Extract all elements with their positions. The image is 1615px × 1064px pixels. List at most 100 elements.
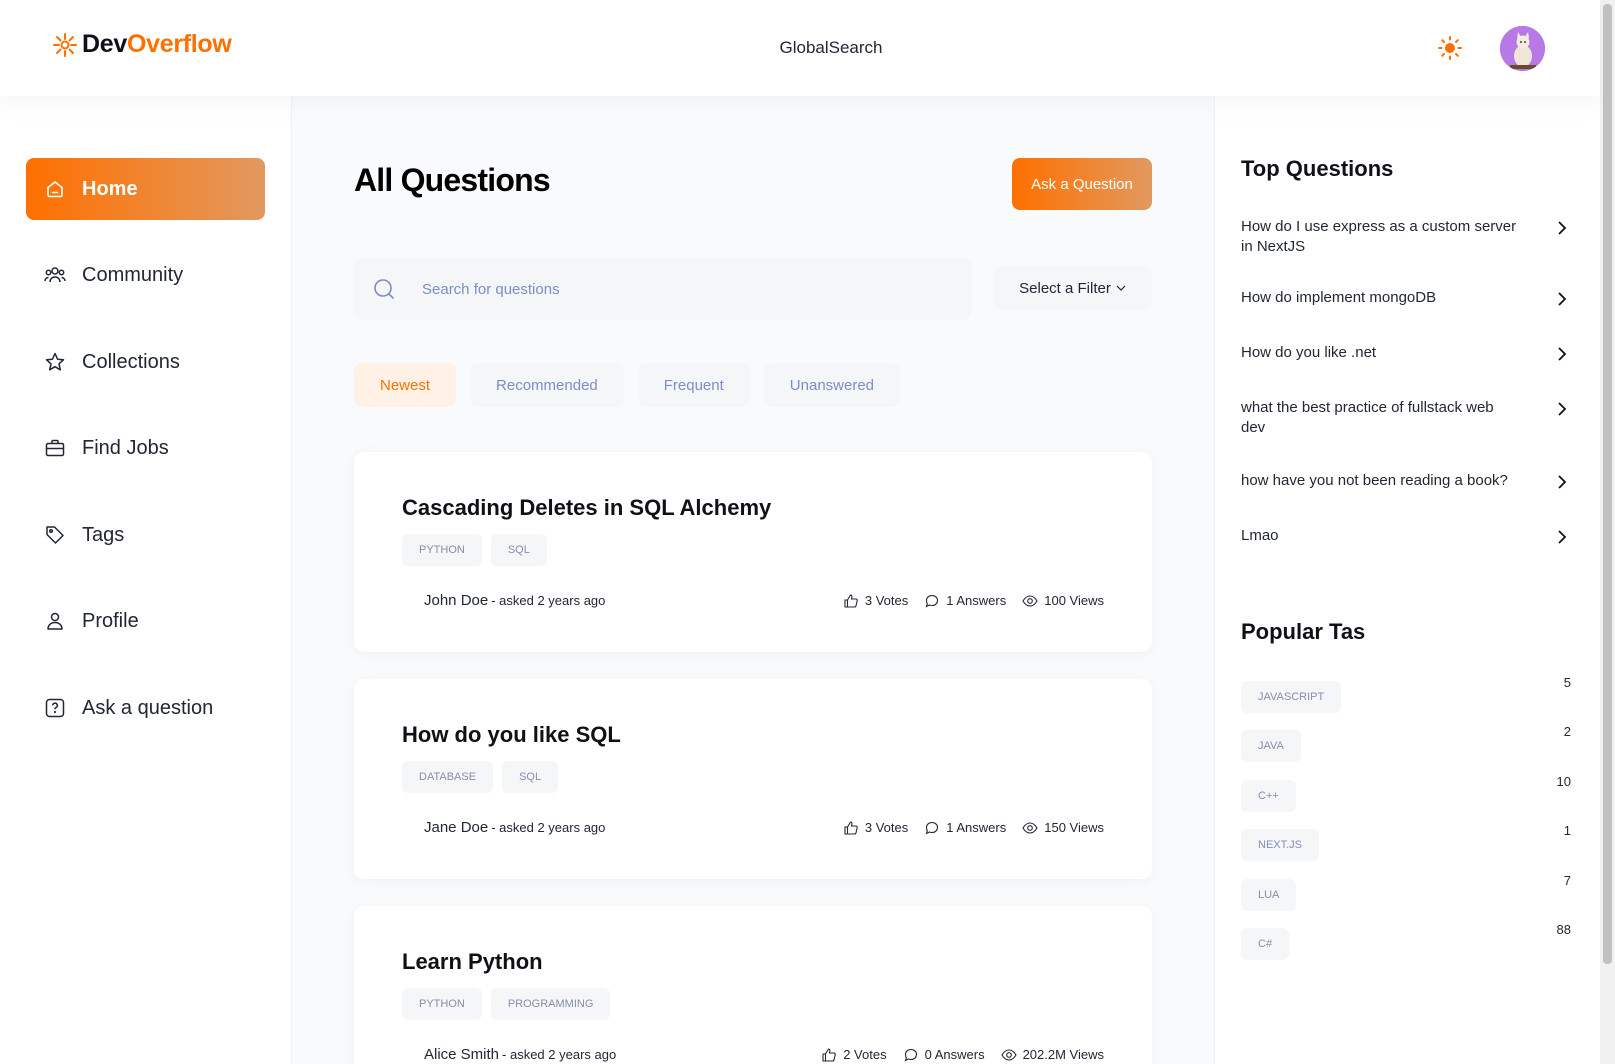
sidebar-item-community[interactable]: Community xyxy=(26,244,265,306)
top-question-text: what the best practice of fullstack web … xyxy=(1241,399,1494,436)
question-card: Learn Python PYTHON PROGRAMMING Alice Sm… xyxy=(354,906,1152,1064)
popular-tag-item: JAVA 2 xyxy=(1241,724,1571,762)
left-sidebar: Home Community Collections Find Jobs Tag… xyxy=(0,96,292,1064)
local-search xyxy=(354,258,972,320)
author-name: Jane Doe xyxy=(424,819,489,836)
chevron-right-icon xyxy=(1558,402,1567,416)
top-questions-title: Top Questions xyxy=(1241,156,1394,181)
sidebar-item-home[interactable]: Home xyxy=(26,158,265,220)
tab-frequent[interactable]: Frequent xyxy=(637,363,750,407)
tag-badge[interactable]: JAVASCRIPT xyxy=(1241,681,1342,713)
tag-count: 7 xyxy=(1563,873,1571,888)
tag-badge[interactable]: LUA xyxy=(1241,879,1297,911)
sidebar-item-label: Ask a question xyxy=(82,696,214,719)
tag-badge[interactable]: SQL xyxy=(502,761,559,793)
metrics: 3 Votes 1 Answers 150 Views xyxy=(843,820,1104,836)
tag-count: 5 xyxy=(1563,675,1571,690)
filter-tabs: Newest Recommended Frequent Unanswered xyxy=(354,363,901,407)
filter-select[interactable]: Select a Filter xyxy=(994,266,1152,310)
chevron-right-icon xyxy=(1558,292,1567,306)
tag-badge[interactable]: SQL xyxy=(490,534,547,566)
eye-icon xyxy=(1022,821,1038,834)
sidebar-item-ask-question[interactable]: Ask a question xyxy=(26,677,265,739)
thumbs-up-icon xyxy=(844,820,858,835)
sidebar-item-find-jobs[interactable]: Find Jobs xyxy=(26,417,265,479)
sidebar-item-tags[interactable]: Tags xyxy=(26,504,265,566)
question-title[interactable]: Cascading Deletes in SQL Alchemy xyxy=(402,495,771,521)
author[interactable]: John Doe - asked 2 years ago xyxy=(402,592,605,609)
sidebar-item-profile[interactable]: Profile xyxy=(26,590,265,652)
top-question-item[interactable]: how have you not been reading a book? xyxy=(1241,471,1571,491)
tag-icon xyxy=(42,522,68,548)
question-meta: Jane Doe - asked 2 years ago 3 Votes 1 A… xyxy=(402,819,1104,836)
tab-recommended[interactable]: Recommended xyxy=(470,363,624,407)
top-question-item[interactable]: How do I use express as a custom server … xyxy=(1241,217,1571,257)
avatar[interactable] xyxy=(1500,26,1545,71)
tag-badge[interactable]: C# xyxy=(1241,928,1290,960)
votes-metric: 3 Votes xyxy=(843,820,908,836)
views-metric: 100 Views xyxy=(1022,593,1104,609)
page-scrollbar[interactable] xyxy=(1600,0,1615,1064)
question-tags: DATABASE SQL xyxy=(402,761,559,793)
popular-tag-item: NEXT.JS 1 xyxy=(1241,823,1571,861)
tag-count: 88 xyxy=(1556,922,1571,937)
ask-question-button[interactable]: Ask a Question xyxy=(1012,158,1152,210)
chevron-down-icon xyxy=(1116,285,1126,291)
votes-count: 3 Votes xyxy=(864,820,909,835)
top-question-item[interactable]: what the best practice of fullstack web … xyxy=(1241,398,1571,438)
scrollbar-thumb[interactable] xyxy=(1603,4,1612,964)
sidebar-item-label: Collections xyxy=(82,350,180,373)
question-tags: PYTHON PROGRAMMING xyxy=(402,988,611,1020)
sun-icon[interactable] xyxy=(1437,35,1463,61)
search-input[interactable] xyxy=(422,280,922,298)
user-icon xyxy=(42,608,68,634)
chevron-right-icon xyxy=(1558,221,1567,235)
question-title[interactable]: How do you like SQL xyxy=(402,722,621,748)
question-card: Cascading Deletes in SQL Alchemy PYTHON … xyxy=(354,452,1152,652)
votes-metric: 3 Votes xyxy=(843,593,908,609)
metrics: 2 Votes 0 Answers 202.2M Views xyxy=(821,1047,1104,1063)
author-name: Alice Smith xyxy=(424,1046,500,1063)
tab-newest[interactable]: Newest xyxy=(354,363,457,407)
author[interactable]: Alice Smith - asked 2 years ago xyxy=(402,1046,616,1063)
tag-badge[interactable]: PYTHON xyxy=(402,534,482,566)
question-title[interactable]: Learn Python xyxy=(402,949,543,975)
tag-badge[interactable]: NEXT.JS xyxy=(1241,829,1320,861)
chevron-right-icon xyxy=(1558,475,1567,489)
question-meta: John Doe - asked 2 years ago 3 Votes 1 A… xyxy=(402,592,1104,609)
question-meta: Alice Smith - asked 2 years ago 2 Votes … xyxy=(402,1046,1104,1063)
answers-count: 1 Answers xyxy=(946,593,1007,608)
author[interactable]: Jane Doe - asked 2 years ago xyxy=(402,819,605,836)
metrics: 3 Votes 1 Answers 100 Views xyxy=(843,593,1104,609)
votes-metric: 2 Votes xyxy=(821,1047,887,1063)
sidebar-item-collections[interactable]: Collections xyxy=(26,331,265,393)
global-search[interactable]: GlobalSearch xyxy=(0,38,1615,58)
main-content: All Questions Ask a Question Select a Fi… xyxy=(292,96,1214,1064)
home-icon xyxy=(42,176,68,202)
page-title: All Questions xyxy=(354,162,551,198)
top-question-item[interactable]: Lmao xyxy=(1241,526,1571,546)
eye-icon xyxy=(1000,1048,1017,1061)
views-count: 150 Views xyxy=(1044,820,1104,835)
views-count: 100 Views xyxy=(1044,593,1104,608)
tag-badge[interactable]: JAVA xyxy=(1241,730,1301,762)
eye-icon xyxy=(1022,594,1038,607)
tag-badge[interactable]: PYTHON xyxy=(402,988,482,1020)
top-navbar: DevOverflow GlobalSearch xyxy=(0,0,1600,96)
top-question-item[interactable]: How do you like .net xyxy=(1241,343,1571,363)
votes-count: 3 Votes xyxy=(864,593,909,608)
tab-unanswered[interactable]: Unanswered xyxy=(763,363,901,407)
popular-tag-item: C# 88 xyxy=(1241,922,1571,960)
tag-badge[interactable]: C++ xyxy=(1241,780,1296,812)
question-card: How do you like SQL DATABASE SQL Jane Do… xyxy=(354,679,1152,879)
tag-badge[interactable]: DATABASE xyxy=(402,761,494,793)
top-question-item[interactable]: How do implement mongoDB xyxy=(1241,288,1571,308)
tag-badge[interactable]: PROGRAMMING xyxy=(490,988,611,1020)
sidebar-item-label: Tags xyxy=(82,523,125,546)
users-icon xyxy=(42,262,68,288)
filter-label: Select a Filter xyxy=(1019,279,1111,297)
tag-count: 10 xyxy=(1556,774,1571,789)
chevron-right-icon xyxy=(1558,530,1567,544)
popular-tag-item: LUA 7 xyxy=(1241,873,1571,911)
answers-metric: 1 Answers xyxy=(924,593,1006,609)
